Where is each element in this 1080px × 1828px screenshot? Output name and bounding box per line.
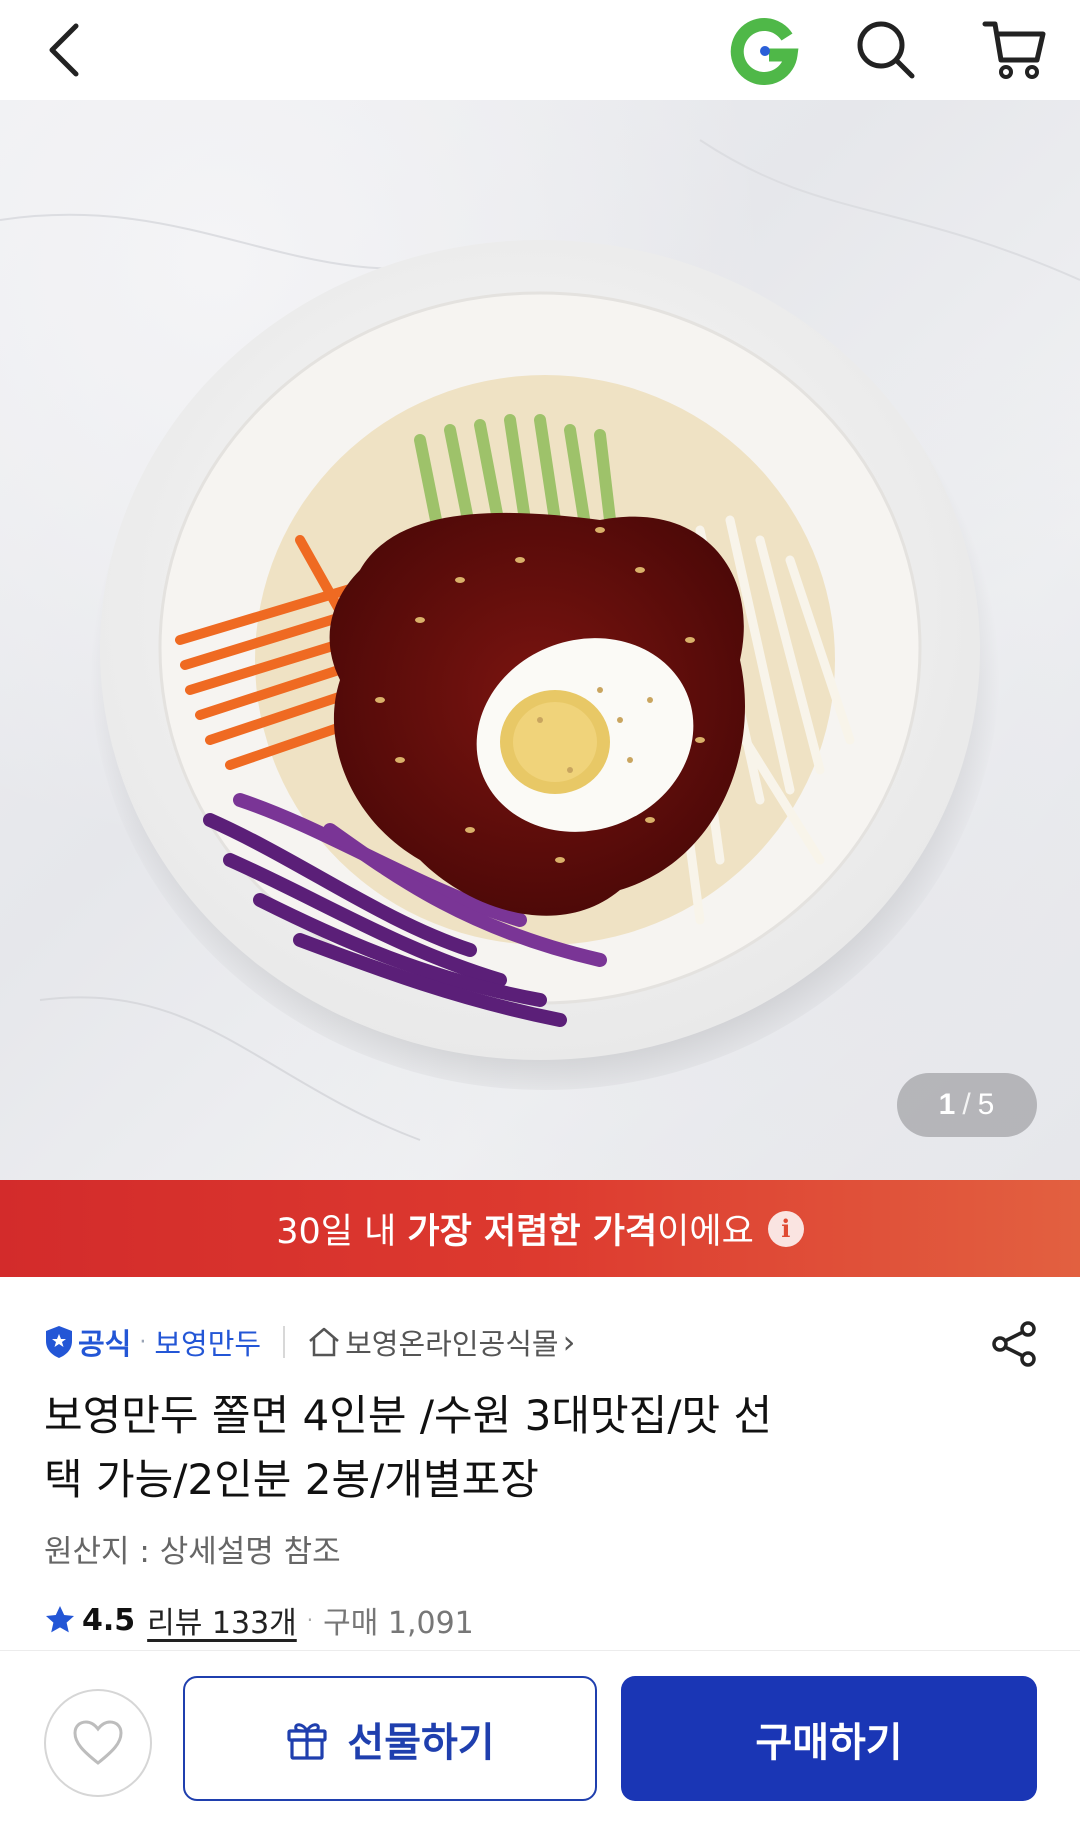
bottom-action-bar: 선물하기 구매하기 bbox=[0, 1650, 1080, 1828]
pager-current: 1 bbox=[938, 1088, 957, 1121]
home-icon bbox=[309, 1327, 339, 1357]
lowest-price-banner[interactable]: 30일 내 가장 저렴한 가격 이에요 i bbox=[0, 1180, 1080, 1277]
gmarket-g-logo bbox=[730, 18, 799, 85]
store-link[interactable]: 보영온라인공식몰 › bbox=[307, 1321, 575, 1363]
review-count-link[interactable]: 리뷰 133개 bbox=[147, 1598, 297, 1642]
rating-value: 4.5 bbox=[82, 1602, 136, 1638]
gift-button[interactable]: 선물하기 bbox=[183, 1676, 597, 1801]
separator-dot: · bbox=[139, 1329, 147, 1355]
top-navigation-bar bbox=[0, 0, 1080, 100]
separator-dot: · bbox=[306, 1608, 314, 1632]
banner-suffix: 이에요 bbox=[657, 1212, 754, 1252]
share-icon bbox=[992, 1321, 1036, 1367]
search-icon bbox=[857, 21, 915, 79]
store-name: 보영온라인공식몰 bbox=[345, 1327, 559, 1361]
cart-icon bbox=[982, 21, 1046, 79]
image-pager-indicator: 1 / 5 bbox=[897, 1073, 1037, 1137]
buy-button[interactable]: 구매하기 bbox=[621, 1676, 1037, 1801]
official-label: 공식 bbox=[78, 1327, 132, 1361]
brand-link[interactable]: 보영만두 bbox=[154, 1321, 261, 1363]
product-image-carousel[interactable]: 1 / 5 bbox=[0, 100, 1080, 1180]
official-badge: 공식 bbox=[44, 1321, 131, 1363]
heart-icon bbox=[73, 1720, 123, 1765]
product-title: 보영만두 쫄면 4인분 /수원 3대맛집/맛 선 택 가능/2인분 2봉/개별포… bbox=[44, 1384, 984, 1512]
info-icon[interactable]: i bbox=[767, 1210, 804, 1247]
banner-prefix: 30일 내 bbox=[276, 1212, 408, 1252]
star-icon bbox=[46, 1606, 74, 1633]
rating-row: 4.5 리뷰 133개 · 구매 1,091 bbox=[44, 1596, 474, 1644]
wishlist-button[interactable] bbox=[44, 1689, 152, 1797]
gift-button-label: 선물하기 bbox=[347, 1719, 495, 1766]
purchase-count: 구매 1,091 bbox=[323, 1606, 474, 1641]
cart-button[interactable] bbox=[965, 0, 1065, 100]
pager-separator: / bbox=[962, 1088, 972, 1121]
origin-info: 원산지 : 상세설명 참조 bbox=[44, 1534, 341, 1570]
buy-button-label: 구매하기 bbox=[755, 1719, 903, 1766]
product-title-line1: 보영만두 쫄면 4인분 /수원 3대맛집/맛 선 bbox=[44, 1391, 773, 1440]
banner-highlight: 가장 저렴한 가격 bbox=[407, 1212, 658, 1252]
back-button[interactable] bbox=[14, 0, 114, 100]
seller-info-row: 공식 · 보영만두 보영온라인공식몰 › bbox=[44, 1318, 1034, 1366]
chevron-right-icon: › bbox=[562, 1323, 576, 1361]
gmarket-home-button[interactable] bbox=[714, 0, 814, 100]
divider bbox=[283, 1326, 286, 1358]
pager-total: 5 bbox=[977, 1088, 996, 1121]
gift-icon bbox=[287, 1722, 327, 1760]
product-title-line2: 택 가능/2인분 2봉/개별포장 bbox=[44, 1455, 539, 1504]
share-button[interactable] bbox=[985, 1314, 1045, 1374]
chevron-left-icon bbox=[49, 23, 79, 77]
official-shield-icon bbox=[46, 1326, 72, 1358]
search-button[interactable] bbox=[836, 0, 936, 100]
product-photo-naengmyeon-bowl bbox=[0, 139, 1080, 1141]
